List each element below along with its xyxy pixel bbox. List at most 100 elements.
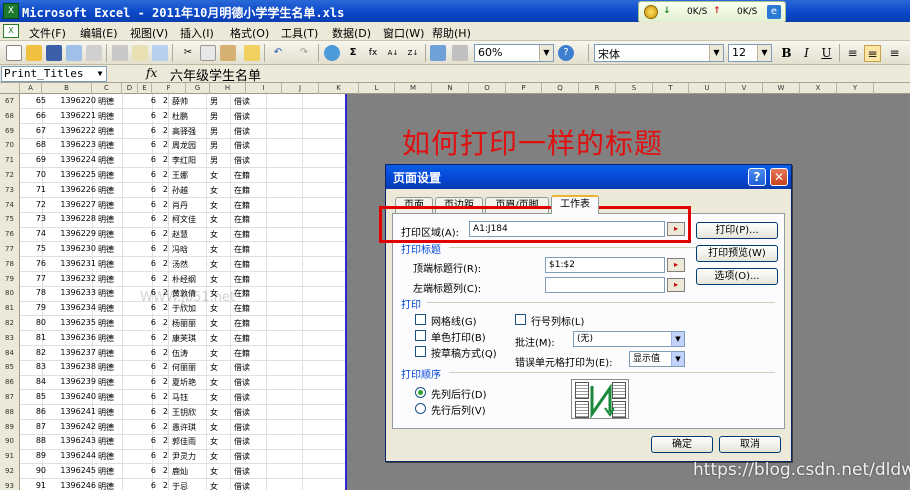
hyperlink-icon[interactable]	[324, 45, 340, 61]
tab-sheet[interactable]: 工作表	[551, 195, 599, 214]
cell-h[interactable]: 借读	[234, 126, 264, 137]
column-header[interactable]: E	[138, 83, 152, 94]
cell-b[interactable]: 1396224	[48, 155, 96, 164]
table-row[interactable]: 70 68 1396223 明德 6 2 周龙园男借读	[0, 138, 345, 154]
cell-a[interactable]: 82	[26, 348, 46, 357]
menu-help[interactable]: 帮助(H)	[432, 25, 471, 41]
cell-d[interactable]: 6	[128, 244, 156, 253]
column-header[interactable]: V	[726, 83, 763, 94]
cell-h[interactable]: 借读	[234, 407, 264, 418]
row-header[interactable]: 87	[0, 390, 20, 405]
cell-c[interactable]: 明德	[98, 185, 126, 196]
cell-b[interactable]: 1396245	[48, 466, 96, 475]
cell-f[interactable]: 朴经纲	[172, 274, 204, 285]
cell-b[interactable]: 1396241	[48, 407, 96, 416]
cell-c[interactable]: 明德	[98, 259, 126, 270]
table-row[interactable]: 72 70 1396225 明德 6 2 王娜女在籍	[0, 168, 345, 184]
cell-g[interactable]: 男	[210, 96, 230, 107]
column-header[interactable]: G	[186, 83, 210, 94]
align-center-icon[interactable]: ≡	[864, 45, 881, 62]
help-icon[interactable]: ?	[558, 45, 574, 61]
row-header[interactable]: 75	[0, 212, 20, 228]
column-header[interactable]: N	[432, 83, 469, 94]
cell-a[interactable]: 83	[26, 362, 46, 371]
row-header[interactable]: 81	[0, 301, 20, 317]
row-header[interactable]: 78	[0, 256, 20, 272]
left-cols-input[interactable]	[545, 277, 665, 293]
cell-e[interactable]: 2	[158, 481, 168, 490]
open-folder-icon[interactable]	[26, 45, 42, 61]
cell-h[interactable]: 在籍	[234, 274, 264, 285]
name-box[interactable]: Print_Titles ▼	[1, 66, 107, 82]
print-icon[interactable]	[86, 45, 102, 61]
cell-a[interactable]: 66	[26, 111, 46, 120]
cell-b[interactable]: 1396238	[48, 362, 96, 371]
cell-b[interactable]: 1396229	[48, 229, 96, 238]
cell-h[interactable]: 在籍	[234, 303, 264, 314]
cell-h[interactable]: 在籍	[234, 318, 264, 329]
cell-g[interactable]: 女	[210, 422, 230, 433]
cell-b[interactable]: 1396235	[48, 318, 96, 327]
cell-h[interactable]: 借读	[234, 155, 264, 166]
help-icon[interactable]: ?	[748, 168, 766, 186]
cell-a[interactable]: 73	[26, 214, 46, 223]
cell-d[interactable]: 6	[128, 200, 156, 209]
cell-d[interactable]: 6	[128, 422, 156, 431]
select-all-corner[interactable]	[0, 83, 20, 94]
column-header[interactable]: P	[506, 83, 542, 94]
row-header[interactable]: 91	[0, 449, 20, 465]
spell-check-icon[interactable]	[132, 45, 148, 61]
table-row[interactable]: 83 81 1396236 明德 6 2 康芙琪女在籍	[0, 330, 345, 346]
cell-h[interactable]: 在籍	[234, 229, 264, 240]
cell-g[interactable]: 女	[210, 436, 230, 447]
workbook-icon[interactable]: X	[3, 24, 19, 38]
cell-h[interactable]: 在籍	[234, 185, 264, 196]
cell-c[interactable]: 明德	[98, 140, 126, 151]
cell-c[interactable]: 明德	[98, 170, 126, 181]
column-header[interactable]: F	[152, 83, 186, 94]
cell-e[interactable]: 2	[158, 229, 168, 238]
table-row[interactable]: 93 91 1396246 明德 6 2 于忌女借读	[0, 478, 345, 490]
cell-b[interactable]: 1396220	[48, 96, 96, 105]
column-header[interactable]: K	[319, 83, 359, 94]
cell-h[interactable]: 借读	[234, 96, 264, 107]
cell-e[interactable]: 2	[158, 126, 168, 135]
cell-a[interactable]: 78	[26, 288, 46, 297]
cell-f[interactable]: 王钥欣	[172, 407, 204, 418]
sort-descending-icon[interactable]: Z↓	[405, 45, 421, 61]
cell-a[interactable]: 71	[26, 185, 46, 194]
column-header[interactable]: U	[689, 83, 726, 94]
cell-f[interactable]: 孙越	[172, 185, 204, 196]
cell-a[interactable]: 75	[26, 244, 46, 253]
formula-input[interactable]: 六年级学生名单	[170, 65, 261, 84]
menu-view[interactable]: 视图(V)	[130, 25, 168, 41]
column-header[interactable]: W	[763, 83, 800, 94]
cell-f[interactable]: 尹灵力	[172, 451, 204, 462]
menu-data[interactable]: 数据(D)	[332, 25, 371, 41]
cell-b[interactable]: 1396232	[48, 274, 96, 283]
cell-f[interactable]: 周龙园	[172, 140, 204, 151]
cell-d[interactable]: 6	[128, 155, 156, 164]
cell-b[interactable]: 1396237	[48, 348, 96, 357]
menu-insert[interactable]: 插入(I)	[180, 25, 214, 41]
column-header[interactable]: H	[210, 83, 246, 94]
table-row[interactable]: 73 71 1396226 明德 6 2 孙越女在籍	[0, 182, 345, 198]
cell-c[interactable]: 明德	[98, 392, 126, 403]
column-header[interactable]: L	[359, 83, 395, 94]
cell-g[interactable]: 女	[210, 362, 230, 373]
column-header[interactable]: M	[395, 83, 432, 94]
cell-e[interactable]: 2	[158, 185, 168, 194]
research-icon[interactable]	[152, 45, 168, 61]
table-row[interactable]: 89 87 1396242 明德 6 2 愚许琪女借读	[0, 419, 345, 435]
cell-a[interactable]: 65	[26, 96, 46, 105]
top-rows-input[interactable]: $1:$2	[545, 257, 665, 273]
table-row[interactable]: 71 69 1396224 明德 6 2 李红阳男借读	[0, 153, 345, 169]
cell-e[interactable]: 2	[158, 407, 168, 416]
row-header[interactable]: 82	[0, 316, 20, 331]
italic-icon[interactable]: I	[798, 45, 815, 62]
zoom-select[interactable]: 60% ▼	[474, 44, 554, 62]
row-header[interactable]: 89	[0, 419, 20, 435]
cell-f[interactable]: 伍涛	[172, 348, 204, 359]
cell-d[interactable]: 6	[128, 140, 156, 149]
cell-g[interactable]: 女	[210, 348, 230, 359]
